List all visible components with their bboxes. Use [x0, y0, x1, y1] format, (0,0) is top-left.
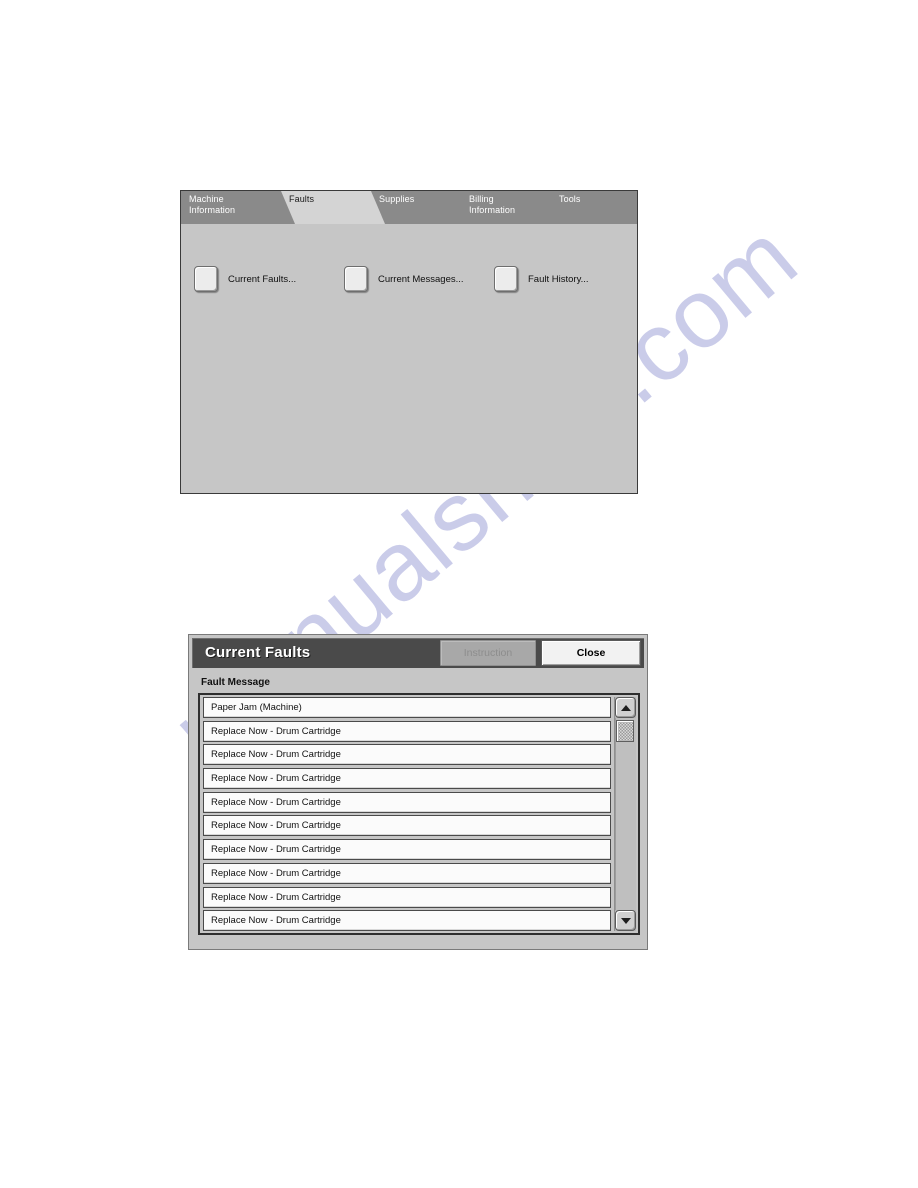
fault-row[interactable]: Replace Now - Drum Cartridge — [203, 862, 611, 884]
fault-row[interactable]: Replace Now - Drum Cartridge — [203, 744, 611, 766]
machine-information-panel: Machine Information Faults Supplies Billing… — [180, 190, 638, 494]
fault-list-scrollbar[interactable] — [614, 697, 636, 931]
fault-row[interactable]: Replace Now - Drum Cartridge — [203, 768, 611, 790]
feature-button-label: Current Faults... — [228, 273, 297, 285]
fault-row[interactable]: Replace Now - Drum Cartridge — [203, 839, 611, 861]
feature-button-row: Current Faults... Current Messages... Faul… — [181, 266, 637, 306]
fault-row[interactable]: Replace Now - Drum Cartridge — [203, 910, 611, 932]
tab-label: Supplies — [379, 194, 415, 204]
fault-row[interactable]: Replace Now - Drum Cartridge — [203, 791, 611, 813]
feature-button-current-faults[interactable]: Current Faults... — [194, 266, 296, 292]
scroll-down-button[interactable] — [615, 910, 636, 931]
checkbox-icon[interactable] — [494, 266, 518, 292]
triangle-down-icon — [620, 917, 631, 924]
fault-row[interactable]: Paper Jam (Machine) — [203, 697, 611, 718]
tab-strip: Machine Information Faults Supplies Billing… — [181, 191, 637, 224]
fault-list-frame: Paper Jam (Machine) Replace Now - Drum Ca… — [198, 693, 640, 935]
dialog-header: Current Faults Instruction Close — [192, 638, 644, 668]
tab-billing-information[interactable]: Billing Information — [461, 191, 565, 224]
checkbox-icon[interactable] — [194, 266, 218, 292]
checkbox-icon[interactable] — [344, 266, 368, 292]
tab-machine-information[interactable]: Machine Information — [181, 191, 295, 224]
triangle-up-icon — [620, 704, 631, 711]
fault-row[interactable]: Replace Now - Drum Cartridge — [203, 720, 611, 742]
close-button[interactable]: Close — [541, 640, 641, 666]
dialog-title: Current Faults — [205, 644, 311, 661]
scrollbar-track[interactable] — [615, 718, 636, 910]
scroll-up-button[interactable] — [615, 697, 636, 718]
tab-label: Faults — [289, 194, 315, 204]
feature-button-label: Fault History... — [528, 273, 589, 285]
feature-button-label: Current Messages... — [378, 273, 464, 285]
tab-label: Machine Information — [189, 194, 236, 215]
fault-row[interactable]: Replace Now - Drum Cartridge — [203, 886, 611, 908]
watermark: manualshive.com — [0, 0, 918, 1188]
fault-list: Paper Jam (Machine) Replace Now - Drum Ca… — [203, 697, 611, 932]
tab-label: Billing Information — [469, 194, 516, 215]
tab-supplies[interactable]: Supplies — [371, 191, 475, 224]
fault-row[interactable]: Replace Now - Drum Cartridge — [203, 815, 611, 837]
fault-message-column-header: Fault Message — [201, 677, 270, 688]
tab-faults[interactable]: Faults — [281, 191, 385, 224]
faults-tab-content: Current Faults... Current Messages... Faul… — [181, 224, 637, 493]
current-faults-dialog: Current Faults Instruction Close Fault M… — [188, 634, 648, 950]
feature-button-current-messages[interactable]: Current Messages... — [344, 266, 464, 292]
scrollbar-thumb[interactable] — [616, 720, 634, 742]
instruction-button[interactable]: Instruction — [440, 640, 536, 666]
feature-button-fault-history[interactable]: Fault History... — [494, 266, 589, 292]
tab-label: Tools — [559, 194, 581, 204]
